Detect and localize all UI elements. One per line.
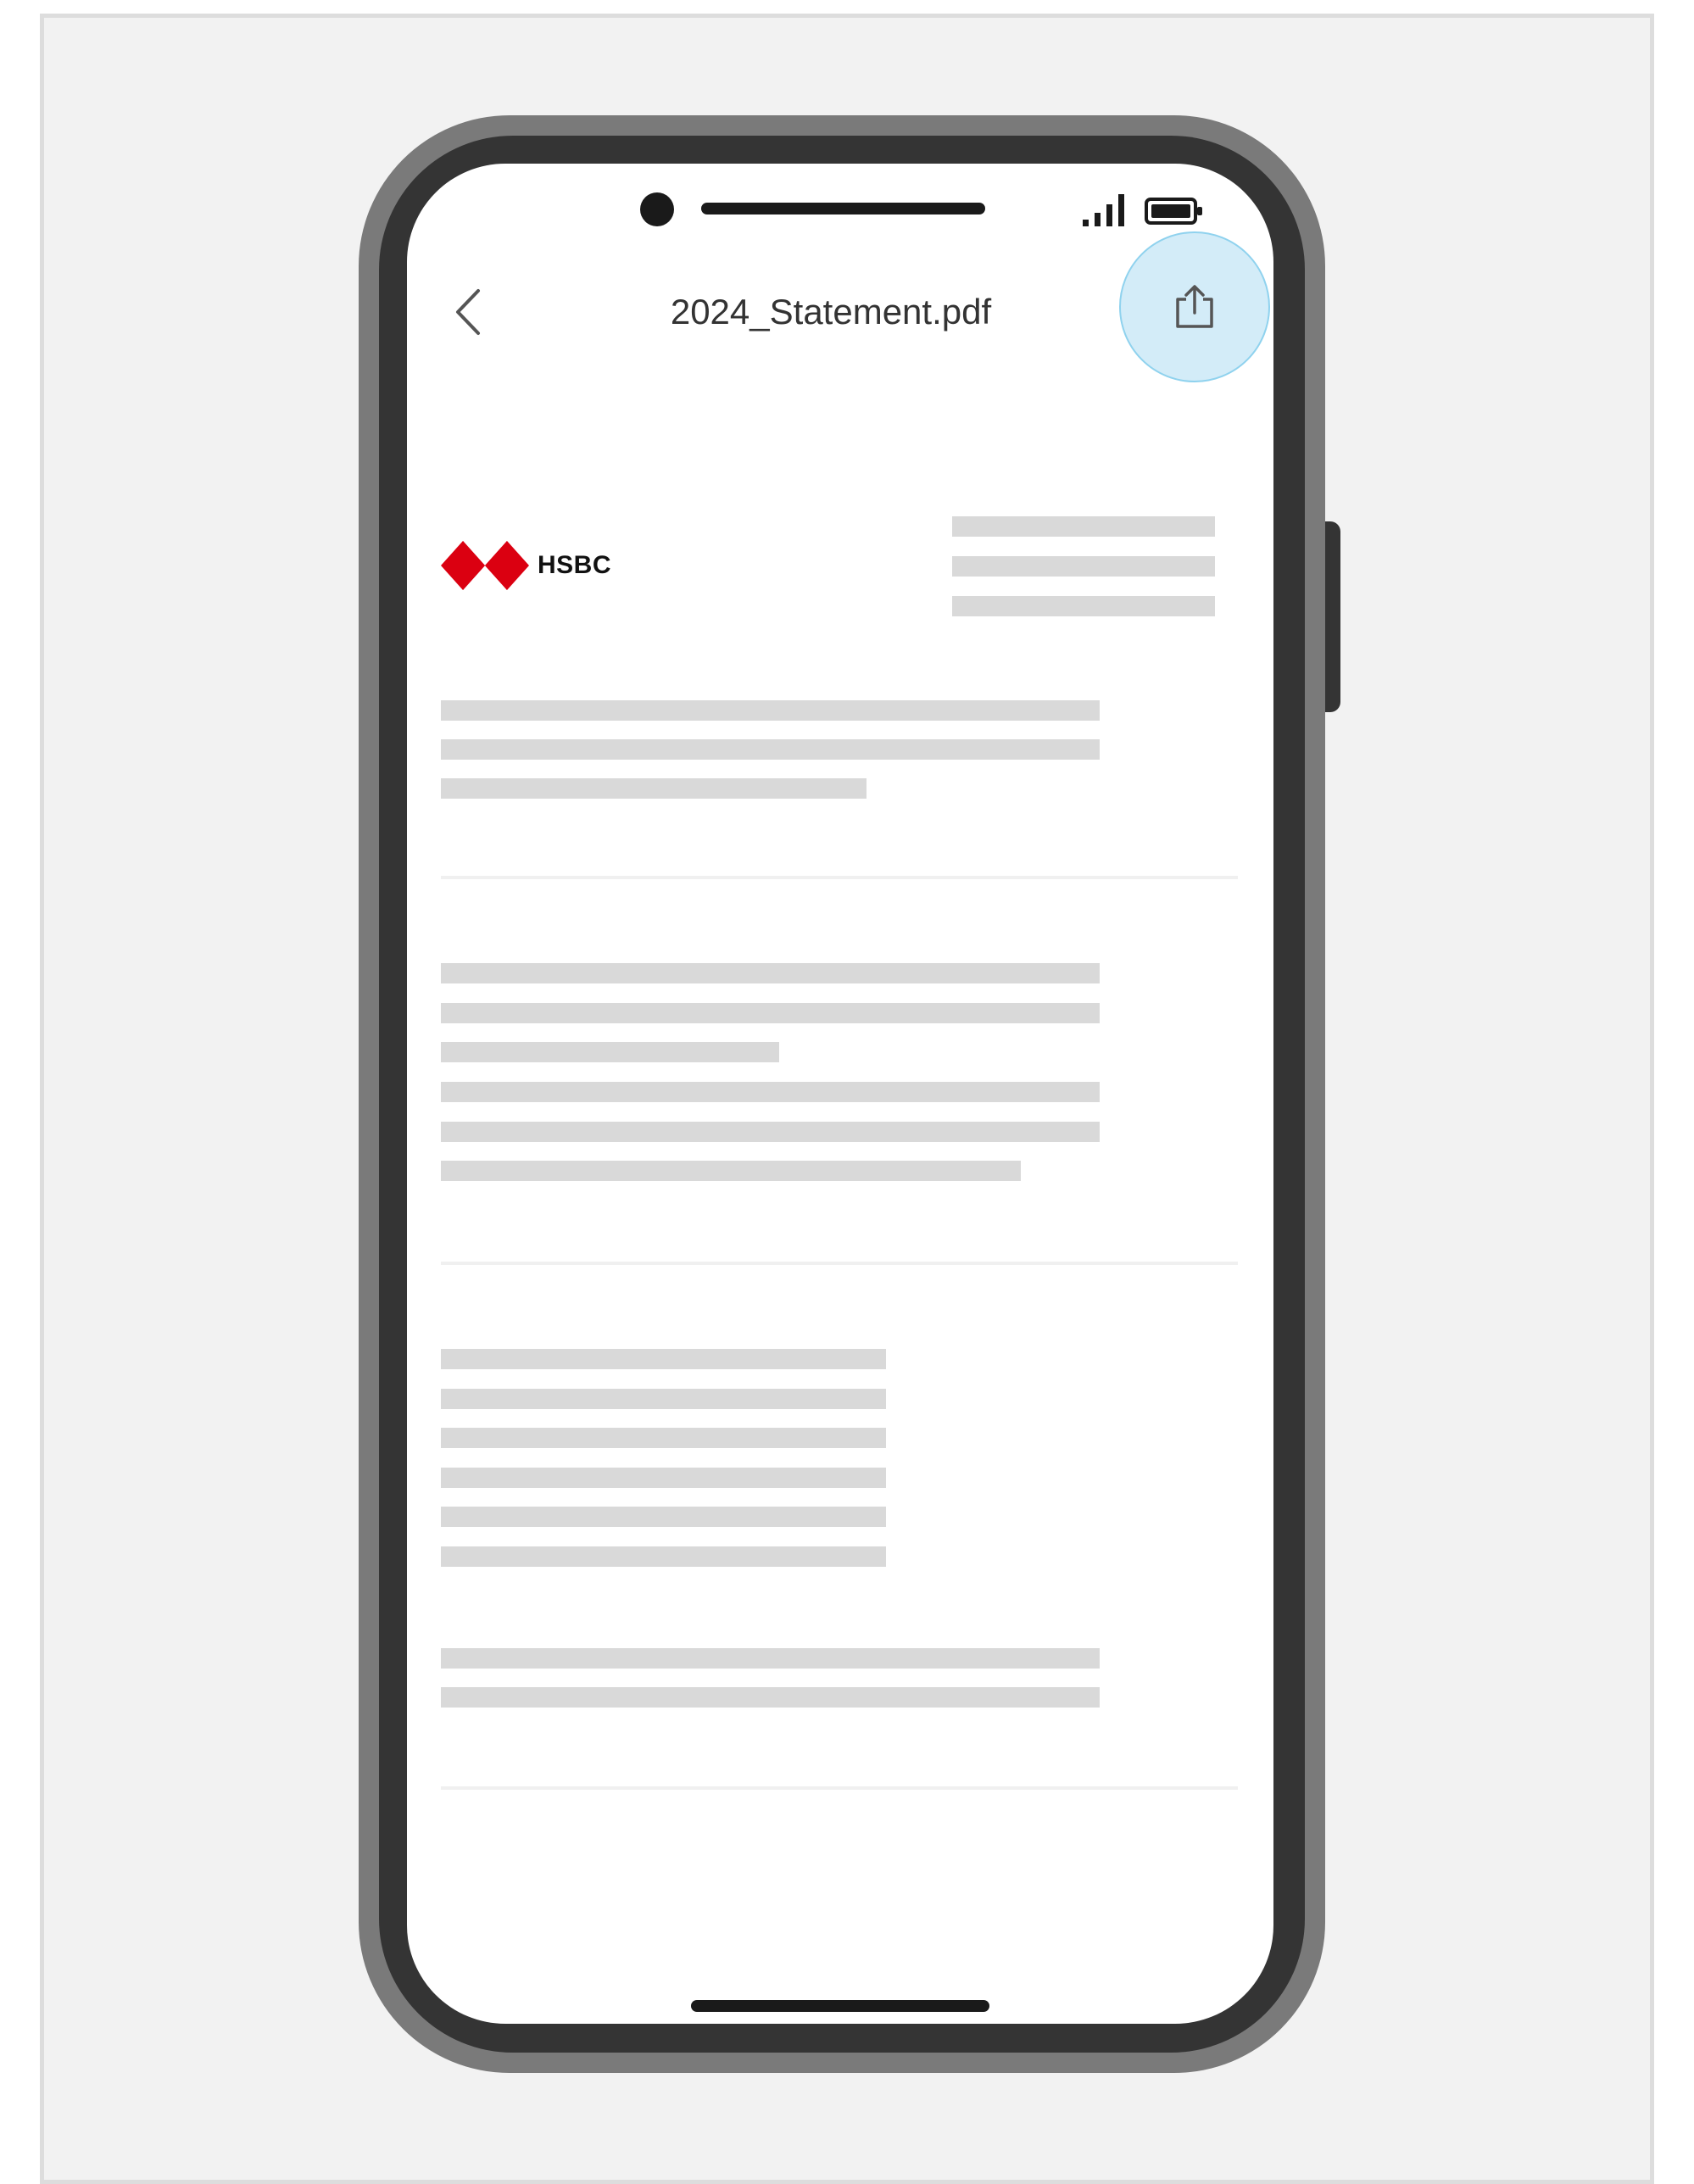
share-icon	[1176, 285, 1213, 328]
section-divider	[441, 876, 1238, 879]
text-placeholder-line	[441, 1161, 1021, 1181]
text-placeholder-line	[441, 700, 1100, 721]
hsbc-logo: HSBC	[441, 541, 611, 590]
text-placeholder-line	[441, 778, 867, 799]
text-placeholder-line	[441, 1687, 1100, 1708]
signal-icon	[1083, 194, 1124, 226]
text-placeholder-line	[441, 1648, 1100, 1669]
text-placeholder-line	[441, 963, 1100, 983]
section-divider	[441, 1262, 1238, 1265]
address-line	[952, 556, 1215, 577]
text-placeholder-line	[441, 1389, 886, 1409]
earpiece-speaker	[701, 203, 985, 214]
chevron-left-icon	[456, 289, 480, 335]
hsbc-hexagon-logo	[441, 541, 529, 590]
front-camera	[640, 192, 674, 226]
text-placeholder-line	[441, 1042, 779, 1062]
address-line	[952, 516, 1215, 537]
battery-icon	[1145, 198, 1202, 225]
text-placeholder-line	[441, 1349, 886, 1369]
text-placeholder-line	[441, 1428, 886, 1448]
text-placeholder-line	[441, 739, 1100, 760]
text-placeholder-line	[441, 1003, 1100, 1023]
text-placeholder-line	[441, 1468, 886, 1488]
text-placeholder-line	[441, 1507, 886, 1527]
address-line	[952, 596, 1215, 616]
document-title: 2024_Statement.pdf	[670, 292, 992, 332]
section-divider	[441, 1786, 1238, 1790]
text-placeholder-line	[441, 1082, 1100, 1102]
share-button[interactable]	[1167, 280, 1222, 334]
logo-wordmark: HSBC	[538, 551, 612, 579]
home-indicator[interactable]	[691, 2000, 989, 2012]
text-placeholder-line	[441, 1122, 1100, 1142]
phone-screen: 2024_Statement.pdf HSBC	[407, 164, 1273, 2024]
phone-side-button	[1325, 521, 1340, 712]
back-button[interactable]	[446, 282, 488, 342]
text-placeholder-line	[441, 1546, 886, 1567]
